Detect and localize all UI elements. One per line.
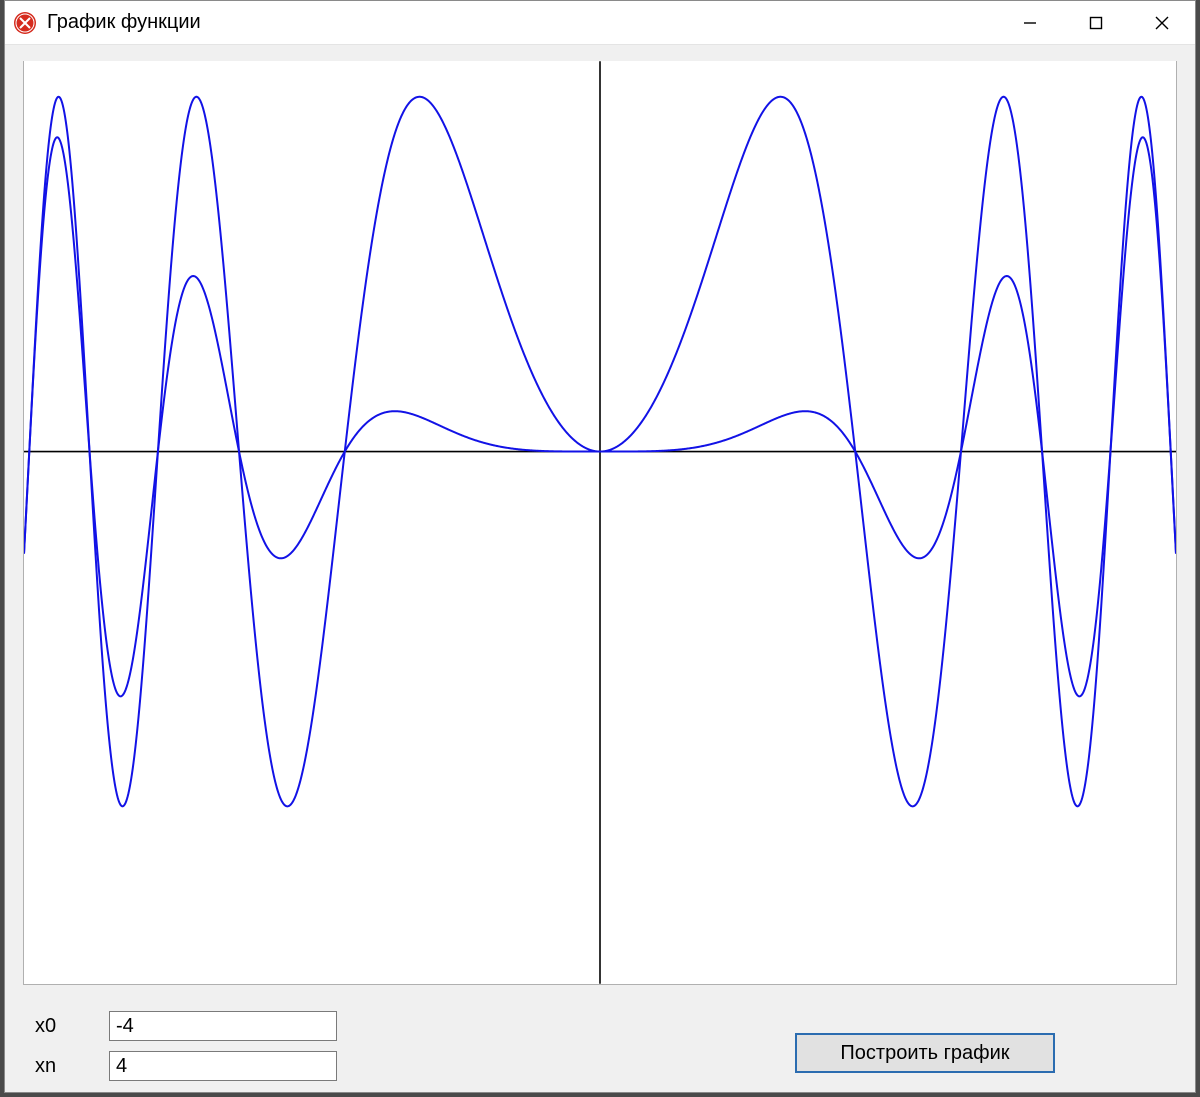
xn-input[interactable] bbox=[109, 1051, 337, 1081]
titlebar: График функции bbox=[5, 1, 1195, 45]
window-controls bbox=[997, 1, 1195, 44]
build-plot-button[interactable]: Построить график bbox=[795, 1033, 1055, 1073]
x0-label: x0 bbox=[35, 1015, 109, 1038]
xn-label: xn bbox=[35, 1055, 109, 1078]
maximize-button[interactable] bbox=[1063, 1, 1129, 44]
minimize-button[interactable] bbox=[997, 1, 1063, 44]
input-group: x0 xn bbox=[35, 1011, 337, 1081]
window-title: График функции bbox=[47, 11, 201, 34]
app-window: График функции x0 xn Постр bbox=[4, 0, 1196, 1093]
x0-input[interactable] bbox=[109, 1011, 337, 1041]
chart-svg bbox=[24, 61, 1176, 984]
chart-canvas bbox=[23, 61, 1177, 985]
close-button[interactable] bbox=[1129, 1, 1195, 44]
app-icon bbox=[13, 11, 37, 35]
control-panel: x0 xn Построить график bbox=[5, 985, 1195, 1081]
